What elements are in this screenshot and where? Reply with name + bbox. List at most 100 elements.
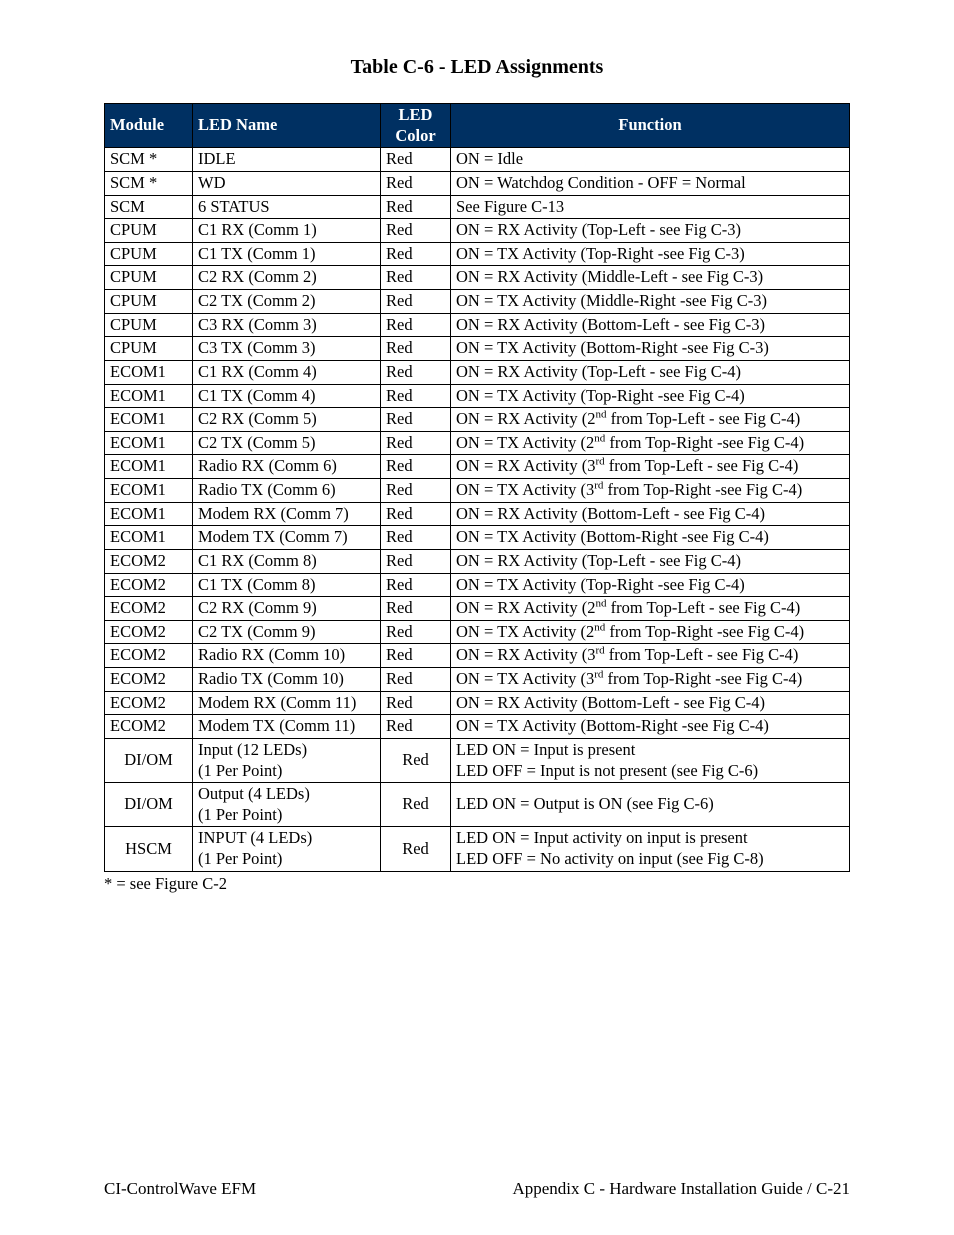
- cell-led-name: Modem TX (Comm 11): [193, 715, 381, 739]
- cell-led-name: C2 RX (Comm 9): [193, 597, 381, 621]
- cell-module: ECOM1: [105, 455, 193, 479]
- cell-led-color: Red: [381, 313, 451, 337]
- ordinal-suffix: nd: [595, 598, 606, 610]
- table-header: Module LED Name LED Color Function: [105, 104, 850, 148]
- cell-module: HSCM: [105, 827, 193, 871]
- cell-function: ON = TX Activity (Bottom-Right -see Fig …: [451, 337, 850, 361]
- cell-module: CPUM: [105, 337, 193, 361]
- cell-function: ON = TX Activity (Bottom-Right -see Fig …: [451, 526, 850, 550]
- cell-led-name: C1 TX (Comm 4): [193, 384, 381, 408]
- cell-module: SCM: [105, 195, 193, 219]
- table-row: CPUMC1 RX (Comm 1)RedON = RX Activity (T…: [105, 219, 850, 243]
- page-footer: CI-ControlWave EFM Appendix C - Hardware…: [104, 1179, 850, 1199]
- cell-module: ECOM2: [105, 668, 193, 692]
- ordinal-suffix: rd: [595, 645, 604, 657]
- cell-function: LED ON = Output is ON (see Fig C-6): [451, 783, 850, 827]
- cell-led-color: Red: [381, 502, 451, 526]
- cell-led-color: Red: [381, 620, 451, 644]
- table-row: SCM *WDRedON = Watchdog Condition - OFF …: [105, 171, 850, 195]
- table-row: ECOM1C1 TX (Comm 4)RedON = TX Activity (…: [105, 384, 850, 408]
- led-assignments-table: Module LED Name LED Color Function SCM *…: [104, 103, 850, 872]
- cell-module: ECOM1: [105, 479, 193, 503]
- cell-led-name: Radio RX (Comm 10): [193, 644, 381, 668]
- cell-led-name: C2 RX (Comm 2): [193, 266, 381, 290]
- cell-module: DI/OM: [105, 783, 193, 827]
- cell-led-name: C1 TX (Comm 1): [193, 242, 381, 266]
- cell-led-color: Red: [381, 597, 451, 621]
- cell-function: ON = RX Activity (Bottom-Left - see Fig …: [451, 502, 850, 526]
- cell-led-color: Red: [381, 644, 451, 668]
- cell-led-color: Red: [381, 783, 451, 827]
- table-row: ECOM2Modem RX (Comm 11)RedON = RX Activi…: [105, 691, 850, 715]
- cell-function: LED ON = Input is presentLED OFF = Input…: [451, 738, 850, 782]
- cell-module: SCM *: [105, 148, 193, 172]
- cell-function: ON = RX Activity (Top-Left - see Fig C-4…: [451, 360, 850, 384]
- cell-led-color: Red: [381, 148, 451, 172]
- table-row: ECOM1Radio RX (Comm 6)RedON = RX Activit…: [105, 455, 850, 479]
- cell-led-color: Red: [381, 408, 451, 432]
- ordinal-suffix: rd: [595, 456, 604, 468]
- cell-module: ECOM2: [105, 620, 193, 644]
- page: Table C-6 - LED Assignments Module LED N…: [0, 0, 954, 1235]
- cell-led-color: Red: [381, 479, 451, 503]
- cell-module: ECOM2: [105, 597, 193, 621]
- cell-led-name: C1 TX (Comm 8): [193, 573, 381, 597]
- table-row: ECOM1C2 RX (Comm 5)RedON = RX Activity (…: [105, 408, 850, 432]
- ordinal-suffix: nd: [594, 621, 605, 633]
- table-row: SCM6 STATUSRedSee Figure C-13: [105, 195, 850, 219]
- cell-module: ECOM2: [105, 715, 193, 739]
- cell-led-name: C3 RX (Comm 3): [193, 313, 381, 337]
- cell-led-color: Red: [381, 549, 451, 573]
- cell-function: ON = TX Activity (2nd from Top-Right -se…: [451, 620, 850, 644]
- cell-module: ECOM2: [105, 644, 193, 668]
- table-row: ECOM2C1 TX (Comm 8)RedON = TX Activity (…: [105, 573, 850, 597]
- cell-led-name: Modem RX (Comm 11): [193, 691, 381, 715]
- cell-function: See Figure C-13: [451, 195, 850, 219]
- cell-module: ECOM1: [105, 408, 193, 432]
- ordinal-suffix: rd: [594, 669, 603, 681]
- footnote: * = see Figure C-2: [104, 874, 850, 894]
- ordinal-suffix: nd: [595, 409, 606, 421]
- cell-led-name: C2 TX (Comm 5): [193, 431, 381, 455]
- cell-led-name: C1 RX (Comm 4): [193, 360, 381, 384]
- cell-module: ECOM1: [105, 431, 193, 455]
- cell-led-color: Red: [381, 827, 451, 871]
- table-row: DI/OMOutput (4 LEDs)(1 Per Point)RedLED …: [105, 783, 850, 827]
- cell-module: ECOM1: [105, 502, 193, 526]
- cell-module: CPUM: [105, 242, 193, 266]
- cell-led-color: Red: [381, 738, 451, 782]
- footer-right: Appendix C - Hardware Installation Guide…: [512, 1179, 850, 1199]
- cell-led-name: C2 TX (Comm 2): [193, 290, 381, 314]
- cell-function: ON = TX Activity (Middle-Right -see Fig …: [451, 290, 850, 314]
- header-name: LED Name: [193, 104, 381, 148]
- cell-led-name: C1 RX (Comm 8): [193, 549, 381, 573]
- cell-led-name: Modem RX (Comm 7): [193, 502, 381, 526]
- cell-led-color: Red: [381, 360, 451, 384]
- cell-led-name: C2 RX (Comm 5): [193, 408, 381, 432]
- cell-led-color: Red: [381, 195, 451, 219]
- cell-led-color: Red: [381, 384, 451, 408]
- cell-led-name: Radio RX (Comm 6): [193, 455, 381, 479]
- table-row: CPUMC2 RX (Comm 2)RedON = RX Activity (M…: [105, 266, 850, 290]
- cell-led-color: Red: [381, 431, 451, 455]
- cell-function: ON = RX Activity (2nd from Top-Left - se…: [451, 597, 850, 621]
- table-row: HSCMINPUT (4 LEDs)(1 Per Point)RedLED ON…: [105, 827, 850, 871]
- cell-led-name: Radio TX (Comm 6): [193, 479, 381, 503]
- cell-led-color: Red: [381, 290, 451, 314]
- cell-led-name: 6 STATUS: [193, 195, 381, 219]
- cell-led-name: C3 TX (Comm 3): [193, 337, 381, 361]
- table-row: ECOM1Modem RX (Comm 7)RedON = RX Activit…: [105, 502, 850, 526]
- cell-module: ECOM2: [105, 549, 193, 573]
- cell-module: CPUM: [105, 266, 193, 290]
- cell-function: ON = Watchdog Condition - OFF = Normal: [451, 171, 850, 195]
- cell-function: ON = RX Activity (3rd from Top-Left - se…: [451, 455, 850, 479]
- cell-module: ECOM1: [105, 526, 193, 550]
- cell-led-color: Red: [381, 266, 451, 290]
- table-row: ECOM2C2 TX (Comm 9)RedON = TX Activity (…: [105, 620, 850, 644]
- cell-led-name: WD: [193, 171, 381, 195]
- cell-function: ON = TX Activity (Top-Right -see Fig C-3…: [451, 242, 850, 266]
- cell-function: ON = RX Activity (Bottom-Left - see Fig …: [451, 691, 850, 715]
- cell-led-name: C1 RX (Comm 1): [193, 219, 381, 243]
- cell-function: ON = Idle: [451, 148, 850, 172]
- cell-function: ON = RX Activity (Middle-Left - see Fig …: [451, 266, 850, 290]
